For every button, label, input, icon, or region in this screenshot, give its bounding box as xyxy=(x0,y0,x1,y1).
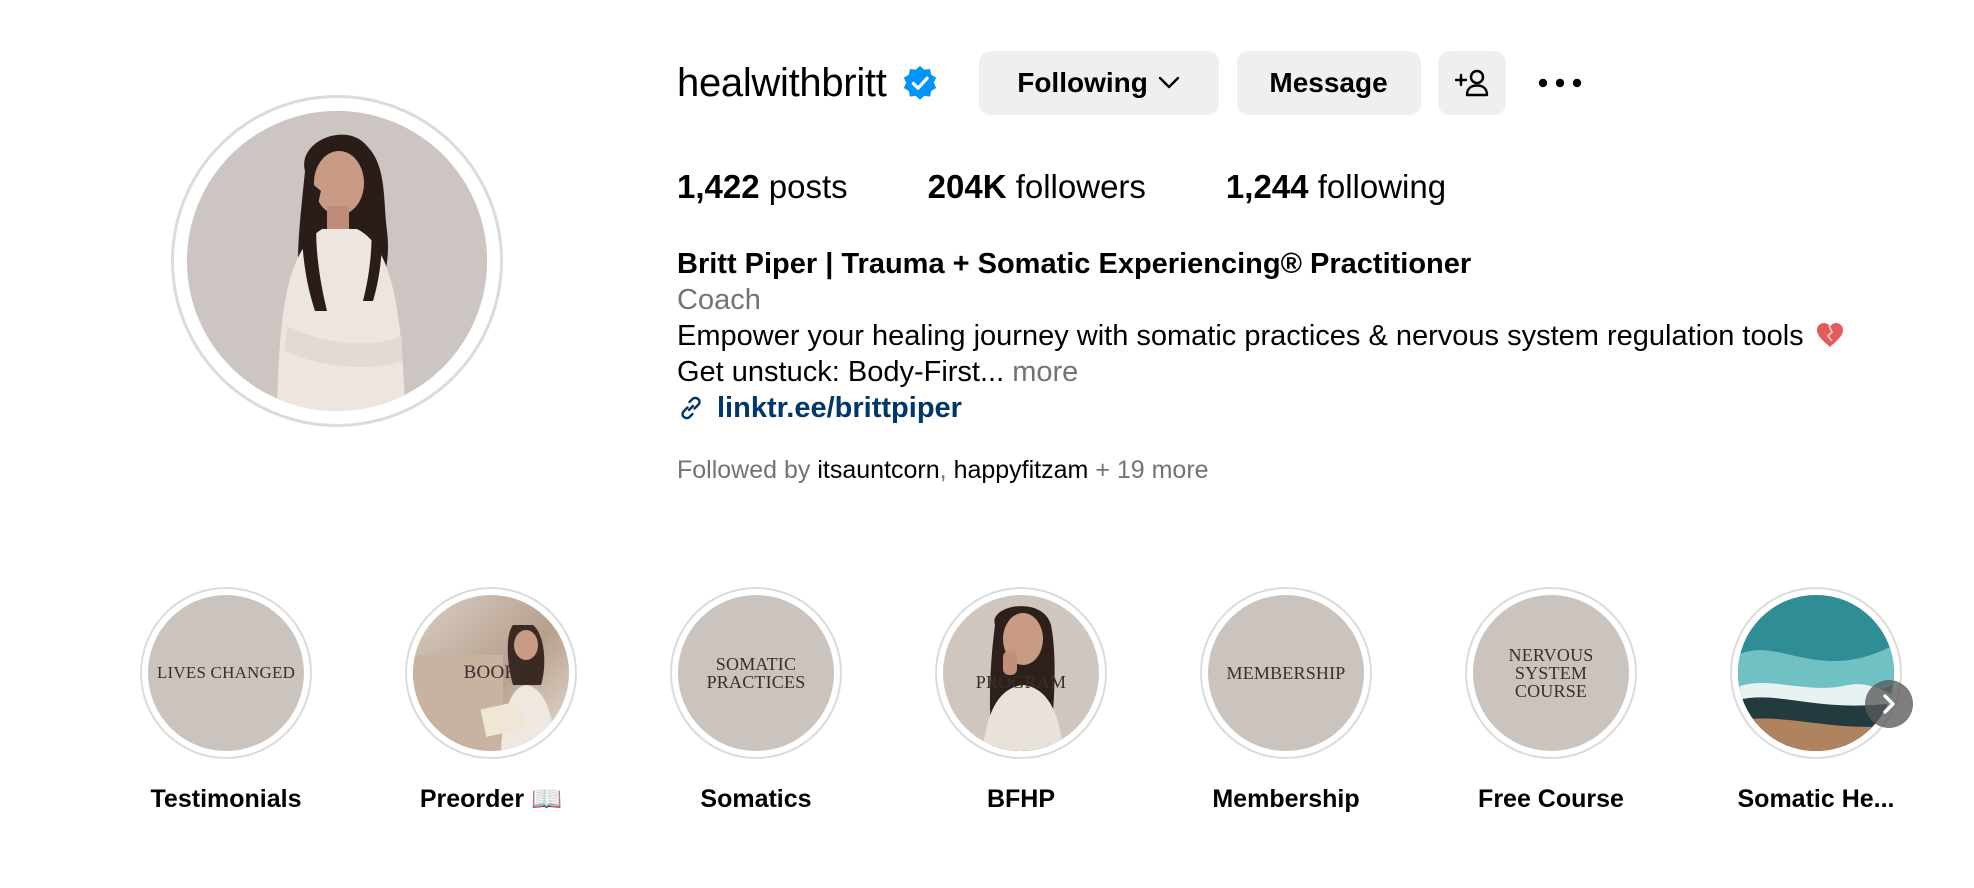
followers-label: followers xyxy=(1015,168,1146,205)
highlights-next-button[interactable] xyxy=(1865,680,1913,728)
chevron-right-icon xyxy=(1883,694,1895,714)
followed-by[interactable]: Followed by itsauntcorn, happyfitzam + 1… xyxy=(677,456,1209,485)
bio-name: Britt Piper | Trauma + Somatic Experienc… xyxy=(677,248,1472,280)
highlight-ring: MEMBERSHIP xyxy=(1200,587,1372,759)
followers-stat[interactable]: 204K followers xyxy=(928,168,1146,206)
following-button[interactable]: Following xyxy=(978,51,1219,115)
highlight-somatics[interactable]: SOMATIC PRACTICES Somatics xyxy=(668,587,844,814)
bio-line-2-text: Get unstuck: Body-First... xyxy=(677,356,1005,388)
highlight-ring: LIVES CHANGED xyxy=(140,587,312,759)
followed-by-suffix: + 19 more xyxy=(1095,456,1209,484)
highlight-cover-text: PROGRAM xyxy=(975,672,1067,692)
mending-heart-icon xyxy=(1816,323,1843,347)
following-stat[interactable]: 1,244 following xyxy=(1226,168,1446,206)
highlight-cover: MEMBERSHIP xyxy=(1208,595,1364,751)
profile-avatar-ring[interactable] xyxy=(171,95,503,427)
highlight-label: Testimonials xyxy=(150,785,302,813)
highlight-cover: LIVES CHANGED xyxy=(148,595,304,751)
message-button-label: Message xyxy=(1269,67,1388,98)
story-highlights: LIVES CHANGED Testimonials BOOK Preorder… xyxy=(138,587,1928,817)
highlight-cover-text: BOOK xyxy=(463,662,519,683)
bio-line-1: Empower your healing journey with somati… xyxy=(677,318,1957,354)
followed-by-account-2[interactable]: happyfitzam xyxy=(954,456,1089,484)
highlight-cover: SOMATIC PRACTICES xyxy=(678,595,834,751)
followers-count: 204K xyxy=(927,168,1007,205)
posts-count: 1,422 xyxy=(677,168,760,205)
highlight-cover-text: NERVOUS SYSTEM COURSE xyxy=(1508,645,1594,701)
highlight-label: Somatic He... xyxy=(1737,785,1895,813)
profile-avatar[interactable] xyxy=(187,111,487,411)
highlight-label: Free Course xyxy=(1478,785,1624,813)
similar-accounts-button[interactable] xyxy=(1437,51,1506,115)
bio-external-link[interactable]: linktr.ee/brittpiper xyxy=(717,390,962,426)
highlight-ring: NERVOUS SYSTEM COURSE xyxy=(1465,587,1637,759)
bio-more-link[interactable]: more xyxy=(1012,356,1078,388)
highlight-ring: BOOK xyxy=(405,587,577,759)
more-options-icon xyxy=(1538,78,1581,88)
profile-bio: Britt Piper | Trauma + Somatic Experienc… xyxy=(677,246,1957,426)
highlight-ring xyxy=(1730,587,1902,759)
highlight-membership[interactable]: MEMBERSHIP Membership xyxy=(1198,587,1374,814)
bio-link-row: linktr.ee/brittpiper xyxy=(677,390,1957,426)
username: healwithbritt xyxy=(677,60,887,105)
highlight-cover: NERVOUS SYSTEM COURSE xyxy=(1473,595,1629,751)
profile-header: healwithbritt Following Message xyxy=(677,50,1590,116)
highlight-cover-photo xyxy=(1738,595,1894,751)
highlight-cover xyxy=(1738,595,1894,751)
add-person-icon xyxy=(1454,69,1488,97)
profile-stats: 1,422 posts 204K followers 1,244 followi… xyxy=(677,168,1526,206)
highlight-free-course[interactable]: NERVOUS SYSTEM COURSE Free Course xyxy=(1463,587,1639,814)
highlight-label: Preorder 📖 xyxy=(419,785,563,813)
highlight-cover: BOOK xyxy=(413,595,569,751)
highlight-label: Somatics xyxy=(700,785,812,813)
posts-stat: 1,422 posts xyxy=(677,168,848,206)
followed-by-account-1[interactable]: itsauntcorn xyxy=(817,456,939,484)
highlight-label: Membership xyxy=(1212,785,1360,813)
highlight-cover-text: SOMATIC PRACTICES xyxy=(706,654,806,692)
message-button[interactable]: Message xyxy=(1236,51,1421,115)
followed-by-prefix: Followed by xyxy=(677,456,811,484)
highlight-preorder[interactable]: BOOK Preorder 📖 xyxy=(403,587,579,814)
following-count: 1,244 xyxy=(1225,168,1309,205)
posts-label: posts xyxy=(768,168,848,205)
highlight-testimonials[interactable]: LIVES CHANGED Testimonials xyxy=(138,587,314,814)
highlight-cover: PROGRAM xyxy=(943,595,1099,751)
highlight-cover-text: LIVES CHANGED xyxy=(156,663,296,682)
following-button-label: Following xyxy=(1017,67,1148,98)
highlight-ring: SOMATIC PRACTICES xyxy=(670,587,842,759)
link-icon xyxy=(681,396,701,420)
chevron-down-icon xyxy=(1158,76,1180,89)
highlight-bfhp[interactable]: PROGRAM BFHP xyxy=(933,587,1109,814)
bio-line-1-text: Empower your healing journey with somati… xyxy=(677,320,1804,352)
more-options-button[interactable] xyxy=(1530,51,1590,115)
highlight-label: BFHP xyxy=(986,785,1056,813)
highlight-ring: PROGRAM xyxy=(935,587,1107,759)
followed-by-separator: , xyxy=(939,456,947,484)
following-label: following xyxy=(1317,168,1447,205)
verified-badge-icon xyxy=(903,65,936,100)
avatar-photo xyxy=(187,111,487,411)
bio-category: Coach xyxy=(677,284,761,316)
bio-line-2: Get unstuck: Body-First... more xyxy=(677,354,1957,390)
highlight-cover-text: MEMBERSHIP xyxy=(1226,663,1346,683)
